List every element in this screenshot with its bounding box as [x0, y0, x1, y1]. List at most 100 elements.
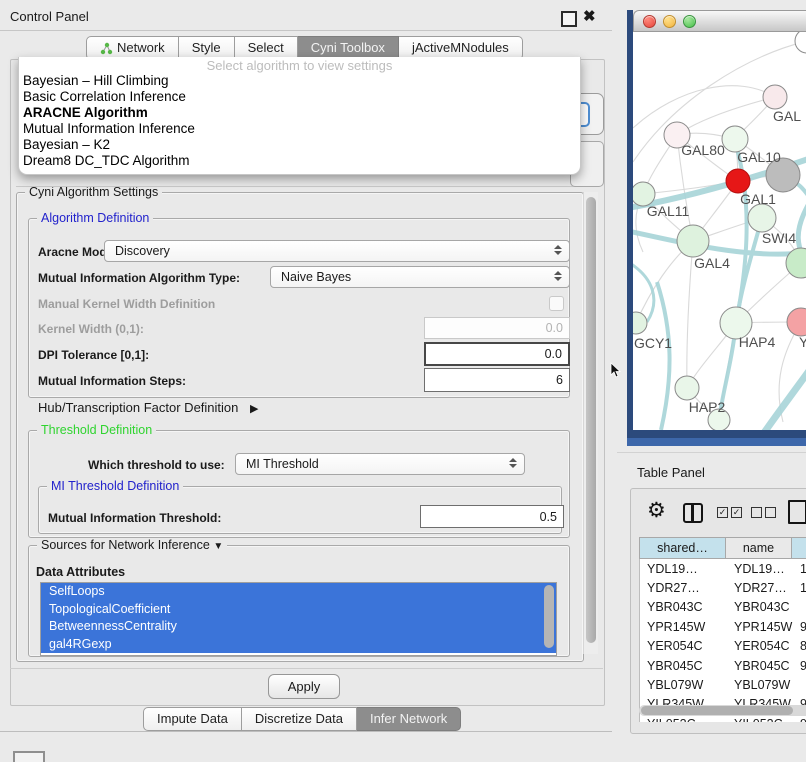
column-header-name[interactable]: name — [726, 537, 792, 559]
columns-icon[interactable] — [683, 503, 703, 523]
table-cell: YPR145W — [727, 617, 793, 636]
network-node-swi4[interactable] — [748, 204, 776, 232]
network-node-gcy1[interactable] — [633, 312, 647, 334]
algorithm-option[interactable]: Dream8 DC_TDC Algorithm — [19, 153, 580, 169]
algorithm-option[interactable]: Bayesian – K2 — [19, 137, 580, 153]
float-window-icon[interactable] — [561, 11, 577, 27]
network-node-gal4[interactable] — [677, 225, 709, 257]
node-label: Y — [799, 334, 806, 350]
table-cell: YDL19… — [727, 559, 793, 578]
data-attributes-list[interactable]: SelfLoopsTopologicalCoefficientBetweenne… — [40, 582, 557, 656]
dpi-tolerance-input[interactable]: 0.0 — [424, 342, 570, 366]
table-body[interactable]: YDL19…YDL19…13YDR27…YDR27…12YBR043CYBR04… — [639, 559, 806, 722]
table-cell: YDL19… — [640, 559, 727, 578]
mi-type-label: Mutual Information Algorithm Type: — [38, 271, 240, 285]
table-row[interactable]: YPR145WYPR145W9. — [640, 617, 806, 636]
mi-threshold-input[interactable]: 0.5 — [420, 505, 564, 528]
tab-label: jActiveMNodules — [412, 37, 509, 59]
attribute-item[interactable]: TopologicalCoefficient — [41, 601, 556, 619]
attribute-item[interactable]: SelfLoops — [41, 583, 556, 601]
node-label: GAL4 — [694, 255, 730, 271]
group-title: Algorithm Definition — [37, 211, 153, 225]
table-row[interactable]: YBL079WYBL079W — [640, 675, 806, 694]
document-icon[interactable] — [788, 500, 806, 524]
bottom-tab-label: Impute Data — [157, 708, 228, 730]
minimize-traffic-light-icon[interactable] — [663, 15, 676, 28]
which-threshold-value: MI Threshold — [246, 457, 319, 471]
window-frame — [627, 430, 806, 438]
column-header-a[interactable]: A — [792, 537, 806, 559]
close-icon[interactable]: ✖ — [583, 7, 596, 25]
combo-arrows-icon — [554, 245, 562, 255]
node-table: shared…nameA YDL19…YDL19…13YDR27…YDR27…1… — [639, 537, 806, 722]
mi-type-select[interactable]: Naive Bayes — [270, 266, 570, 288]
network-node-gal1[interactable] — [726, 169, 750, 193]
table-row[interactable]: YBR043CYBR043C — [640, 598, 806, 617]
divider — [0, 30, 612, 31]
sources-expander[interactable]: Sources for Network Inference ▼ — [37, 538, 227, 552]
unchecked-boxes-icon[interactable] — [751, 507, 776, 518]
node-label: GAL10 — [737, 149, 781, 165]
table-cell: YER054C — [640, 637, 727, 656]
node-label: GAL1 — [740, 191, 776, 207]
combo-arrows-icon — [509, 458, 517, 468]
scrollbar-thumb[interactable] — [586, 197, 596, 643]
mi-threshold-label: Mutual Information Threshold: — [48, 511, 221, 525]
cyni-bottom-tabbar: Impute Data Discretize DataInfer Network — [143, 707, 461, 729]
network-node-y[interactable] — [787, 308, 806, 336]
algorithm-option[interactable]: Bayesian – Hill Climbing — [19, 73, 580, 89]
settings-scrollbar[interactable] — [583, 192, 598, 654]
sources-title: Sources for Network Inference — [41, 538, 210, 552]
table-cell: 8. — [793, 637, 806, 656]
mi-type-value: Naive Bayes — [281, 270, 351, 284]
divider — [0, 731, 612, 732]
table-cell: YBR045C — [727, 656, 793, 675]
apply-button[interactable]: Apply — [268, 674, 340, 699]
which-threshold-select[interactable]: MI Threshold — [235, 453, 525, 475]
combo-arrows-icon — [554, 271, 562, 281]
manual-kernel-label: Manual Kernel Width Definition — [38, 297, 215, 311]
network-node-gal[interactable] — [763, 85, 787, 109]
kernel-width-input[interactable]: 0.0 — [424, 317, 570, 339]
algorithm-option[interactable]: Basic Correlation Inference — [19, 89, 580, 105]
aracne-mode-select[interactable]: Discovery — [104, 240, 570, 262]
table-cell: 12 — [793, 578, 806, 597]
attributes-scrollbar-thumb[interactable] — [544, 585, 554, 648]
table-cell: YBR043C — [640, 598, 727, 617]
gear-icon[interactable]: ⚙ — [647, 498, 666, 523]
table-cell: YDR27… — [640, 578, 727, 597]
checked-boxes-icon[interactable]: ✓✓ — [717, 507, 742, 518]
attribute-item[interactable]: BetweennessCentrality — [41, 618, 556, 636]
table-cell: 13 — [793, 559, 806, 578]
minimized-panel-icon[interactable] — [13, 751, 45, 762]
divider — [617, 452, 806, 453]
table-cell: YPR145W — [640, 617, 727, 636]
network-node[interactable] — [795, 32, 806, 53]
which-threshold-label: Which threshold to use: — [88, 458, 225, 472]
table-panel-title: Table Panel — [637, 465, 705, 480]
bottom-tab-discretize-data[interactable]: Discretize Data — [242, 707, 357, 731]
mi-steps-input[interactable]: 6 — [424, 368, 570, 392]
manual-kernel-checkbox[interactable] — [549, 296, 564, 311]
algorithm-option[interactable]: ARACNE Algorithm — [19, 105, 580, 121]
table-row[interactable]: YER054CYER054C8. — [640, 637, 806, 656]
zoom-traffic-light-icon[interactable] — [683, 15, 696, 28]
hub-definition-expander[interactable]: Hub/Transcription Factor Definition ▶ — [38, 400, 258, 415]
network-canvas[interactable]: GALGAL80GAL10GAL1GAL11SWI4GAL4GCY1HAP4YH… — [633, 32, 806, 430]
node-label: GAL — [773, 108, 801, 124]
expander-expanded-icon: ▼ — [213, 541, 223, 552]
bottom-tab-impute-data[interactable]: Impute Data — [143, 707, 242, 731]
table-horizontal-scrollbar[interactable] — [639, 705, 806, 716]
network-window-titlebar[interactable] — [633, 10, 806, 32]
column-header-shared[interactable]: shared… — [639, 537, 726, 559]
network-node-hap2[interactable] — [675, 376, 699, 400]
scrollbar-thumb[interactable] — [641, 706, 793, 715]
attribute-item[interactable]: gal4RGexp — [41, 636, 556, 654]
close-traffic-light-icon[interactable] — [643, 15, 656, 28]
algorithm-option[interactable]: Mutual Information Inference — [19, 121, 580, 137]
control-panel-title: Control Panel — [10, 9, 89, 24]
table-row[interactable]: YBR045CYBR045C9. — [640, 656, 806, 675]
table-row[interactable]: YDL19…YDL19…13 — [640, 559, 806, 578]
bottom-tab-infer-network[interactable]: Infer Network — [357, 707, 461, 731]
table-row[interactable]: YDR27…YDR27…12 — [640, 578, 806, 597]
